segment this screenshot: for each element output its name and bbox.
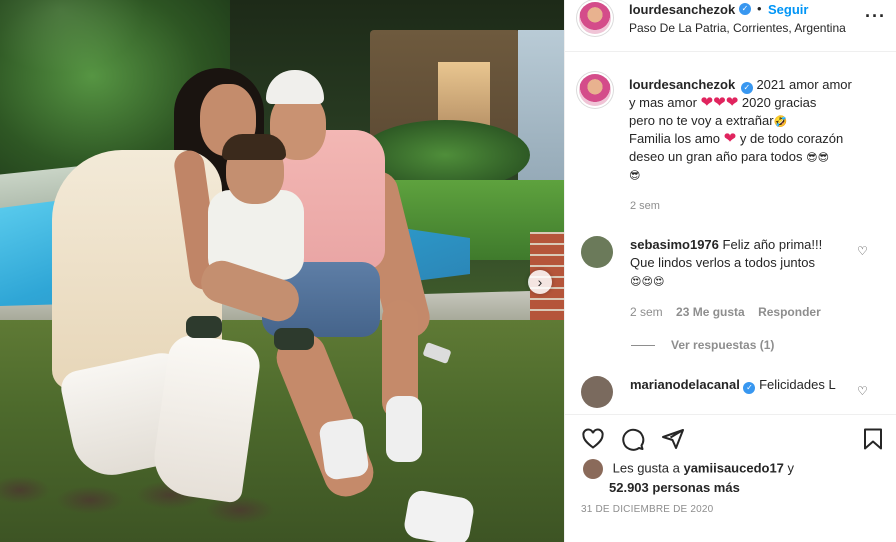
liker-username[interactable]: yamiisaucedo17 [683, 460, 783, 475]
bookmark-icon [864, 428, 882, 450]
liker-avatar[interactable] [583, 459, 603, 479]
post-location[interactable]: Paso De La Patria, Corrientes, Argentina [629, 21, 846, 35]
share-button[interactable] [659, 425, 687, 453]
likes-summary: Les gusta a yamiisaucedo17 y 52.903 pers… [583, 459, 794, 497]
toy-car-2 [274, 328, 314, 350]
post-date[interactable]: 31 de diciembre de 2020 [581, 504, 713, 515]
post-side-panel: lourdesanchezok ✓ • Seguir Paso De La Pa… [564, 0, 896, 542]
heart-eyes-emoji-icon: 😍 [641, 275, 653, 288]
caption-line-2b: 2020 gracias [741, 95, 817, 110]
caption-line-5: deseo un gran año para todos [629, 149, 803, 164]
red-heart-emoji-icon: ❤ [700, 94, 714, 111]
carousel-next-button[interactable]: › [528, 270, 552, 294]
caption-line-2a: y mas amor [629, 95, 697, 110]
comment-line-2: Que lindos verlos a todos juntos [630, 255, 815, 270]
share-icon [662, 429, 684, 449]
photo-stones [0, 470, 300, 542]
author-avatar[interactable] [579, 2, 611, 34]
like-button[interactable] [579, 425, 607, 453]
chevron-right-icon: › [537, 274, 543, 290]
heart-eyes-emoji-icon: 😍 [652, 275, 665, 288]
red-heart-emoji-icon: ❤ [723, 130, 737, 147]
comment-like-heart-icon[interactable]: ♡ [857, 244, 868, 258]
comment-meta: 2 sem 23 Me gusta Responder [630, 305, 831, 319]
comment-like-heart-icon[interactable]: ♡ [857, 384, 868, 398]
follow-button[interactable]: Seguir [768, 2, 808, 17]
view-replies-label: Ver respuestas (1) [671, 338, 775, 352]
comment-line-1: Feliz año prima!!! [722, 237, 823, 252]
view-replies-line [631, 345, 655, 347]
boy-hair [222, 134, 286, 160]
sunglasses-emoji-icon: 😎 [629, 169, 641, 182]
caption-username[interactable]: lourdesanchezok [629, 77, 735, 92]
sunglasses-emoji-icon: 😎 [806, 151, 818, 164]
comment-timestamp[interactable]: 2 sem [630, 305, 663, 319]
caption-line-4: Familia los amo [629, 131, 721, 146]
author-username[interactable]: lourdesanchezok [629, 2, 735, 17]
caption-text: lourdesanchezok ✓ 2021 amor amor y mas a… [629, 76, 879, 184]
sunglasses-emoji-icon: 😎 [817, 151, 830, 164]
view-replies-button[interactable]: Ver respuestas (1) [631, 338, 774, 352]
post-actions: Les gusta a yamiisaucedo17 y 52.903 pers… [565, 414, 896, 542]
save-button[interactable] [859, 425, 887, 453]
caption-line-4b: y de todo corazón [739, 131, 844, 146]
follow-separator: • [757, 1, 762, 16]
post-header: lourdesanchezok ✓ • Seguir Paso De La Pa… [565, 0, 896, 52]
verified-badge-icon: ✓ [739, 3, 751, 15]
caption-timestamp[interactable]: 2 sem [630, 200, 660, 212]
man-shoe-right [386, 396, 422, 462]
comment-likes[interactable]: 23 Me gusta [676, 305, 745, 319]
caption-line-3: pero no te voy a extrañar [629, 113, 774, 128]
red-heart-emoji-icon: ❤ [725, 94, 739, 111]
comment-button[interactable] [619, 425, 647, 453]
comment-icon [622, 428, 645, 451]
comment-username[interactable]: sebasimo1976 [630, 237, 719, 252]
man-shoe-left [318, 417, 370, 481]
commenter-avatar[interactable] [581, 376, 613, 408]
verified-badge-icon: ✓ [743, 382, 756, 394]
comment-body: Felicidades L [759, 377, 836, 392]
verified-badge-icon: ✓ [740, 82, 753, 94]
caption-line-1: 2021 amor amor [756, 77, 852, 92]
likes-connector: y [787, 460, 795, 476]
post-photo[interactable]: › [0, 0, 564, 542]
rofl-emoji-icon: 🤣 [773, 115, 788, 128]
commenter-avatar[interactable] [581, 236, 613, 268]
likes-count[interactable]: 52.903 personas más [609, 480, 740, 495]
more-options-icon[interactable]: ··· [865, 6, 886, 27]
reply-button[interactable]: Responder [758, 305, 821, 319]
caption-avatar[interactable] [579, 74, 611, 106]
man-cap [266, 70, 324, 104]
likes-prefix: Les gusta a [612, 460, 680, 476]
toy-car-1 [186, 316, 222, 338]
comment-text: sebasimo1976 Feliz año prima!!! Que lind… [630, 236, 860, 290]
comment-username[interactable]: marianodelacanal [630, 377, 740, 392]
heart-icon [582, 428, 604, 449]
red-heart-emoji-icon: ❤ [713, 94, 726, 111]
heart-eyes-emoji-icon: 😍 [630, 275, 642, 288]
comment-text: marianodelacanal ✓ Felicidades L [630, 376, 860, 394]
